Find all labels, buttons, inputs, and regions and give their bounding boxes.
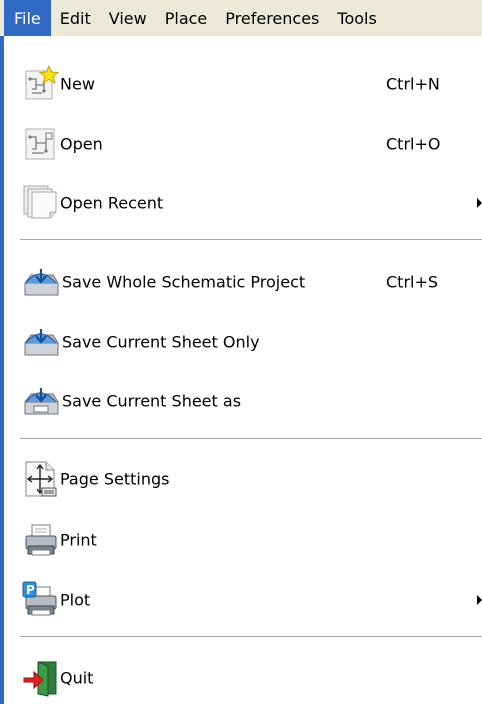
shortcut-label: Ctrl+S — [386, 272, 439, 292]
file-menu-dropdown: New Ctrl+N Open Ctrl+O Open Recent Save … — [4, 36, 482, 704]
menu-item-label: Save Current Sheet as — [62, 391, 242, 411]
quit-icon — [22, 659, 60, 697]
menu-view[interactable]: View — [100, 0, 156, 36]
open-schematic-icon — [22, 125, 60, 163]
menu-preferences[interactable]: Preferences — [216, 0, 328, 36]
menu-item-label: Plot — [60, 590, 91, 610]
menu-edit[interactable]: Edit — [51, 0, 100, 36]
menu-item-open[interactable]: Open Ctrl+O — [4, 120, 482, 168]
save-as-icon — [22, 382, 60, 420]
menu-item-page-settings[interactable]: Page Settings — [4, 455, 482, 503]
menu-item-plot[interactable]: P Plot — [4, 576, 482, 624]
menu-file[interactable]: File — [4, 0, 51, 36]
menu-item-label: Save Current Sheet Only — [62, 332, 260, 352]
save-icon — [22, 323, 60, 361]
plot-icon: P — [22, 581, 60, 619]
menu-item-label: Save Whole Schematic Project — [62, 272, 306, 292]
menu-separator — [20, 636, 482, 638]
menu-item-label: Print — [60, 530, 97, 550]
shortcut-label: Ctrl+O — [386, 134, 441, 154]
svg-text:P: P — [26, 583, 35, 597]
menu-item-label: Quit — [60, 668, 94, 688]
submenu-arrow-icon — [477, 595, 482, 605]
shortcut-label: Ctrl+N — [386, 74, 440, 94]
menu-separator — [20, 438, 482, 440]
menu-item-save-sheet[interactable]: Save Current Sheet Only — [4, 318, 482, 366]
menu-item-new[interactable]: New Ctrl+N — [4, 60, 482, 108]
menu-place[interactable]: Place — [156, 0, 217, 36]
submenu-arrow-icon — [477, 198, 482, 208]
menu-item-label: Open — [60, 134, 103, 154]
menu-item-save-sheet-as[interactable]: Save Current Sheet as — [4, 377, 482, 425]
new-schematic-icon — [22, 65, 60, 103]
menu-item-quit[interactable]: Quit — [4, 654, 482, 702]
save-icon — [22, 263, 60, 301]
menu-separator — [20, 239, 482, 241]
menu-item-print[interactable]: Print — [4, 516, 482, 564]
recent-files-icon — [22, 184, 60, 222]
menu-item-label: Open Recent — [60, 193, 164, 213]
page-settings-icon — [22, 460, 60, 498]
menu-item-open-recent[interactable]: Open Recent — [4, 179, 482, 227]
menu-item-save-project[interactable]: Save Whole Schematic Project Ctrl+S — [4, 258, 482, 306]
menu-item-label: Page Settings — [60, 469, 170, 489]
printer-icon — [22, 521, 60, 559]
menu-bar: File Edit View Place Preferences Tools — [0, 0, 482, 37]
menu-item-label: New — [60, 74, 95, 94]
menu-tools[interactable]: Tools — [328, 0, 385, 36]
